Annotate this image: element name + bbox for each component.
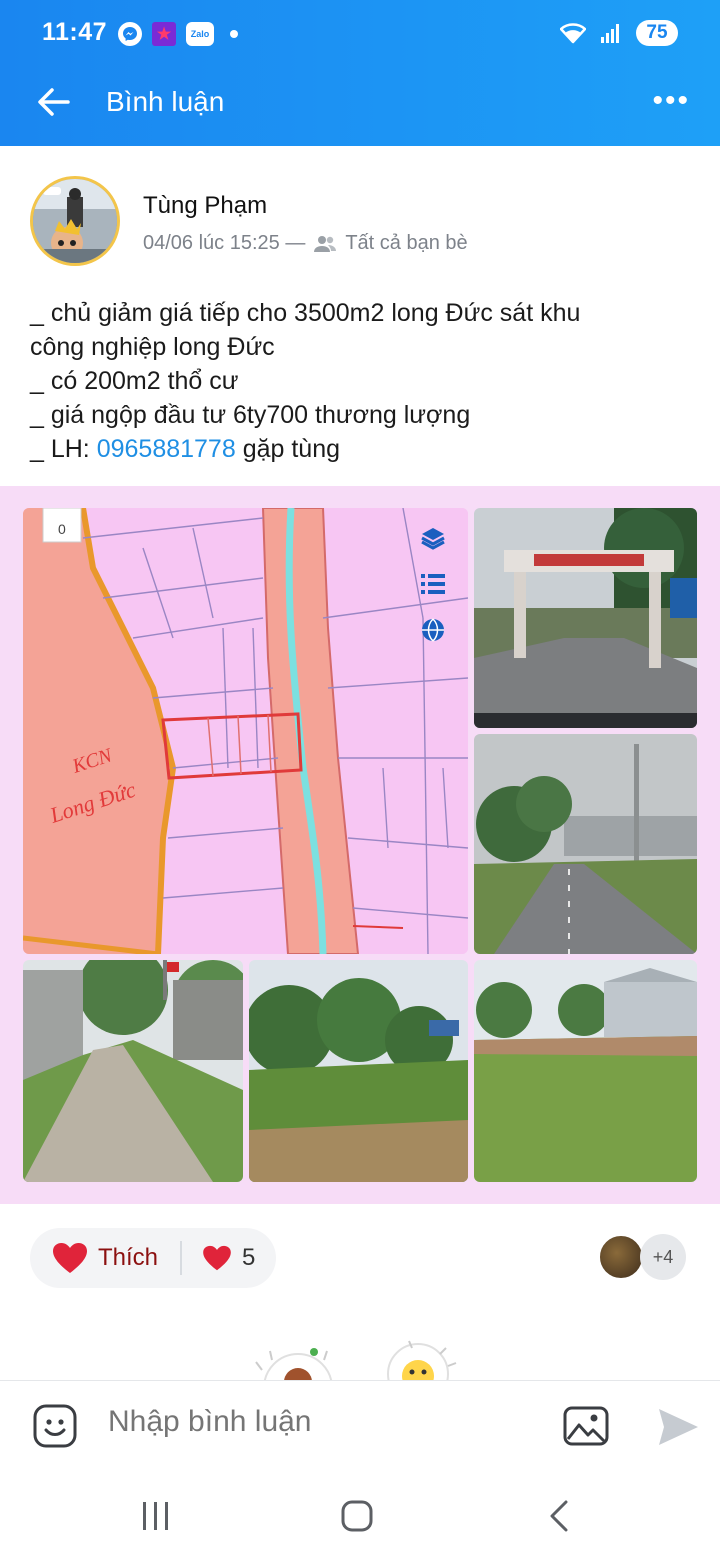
emoji-icon[interactable] [32, 1403, 78, 1449]
like-count: 5 [242, 1244, 256, 1271]
photo-gate-road[interactable] [474, 508, 697, 728]
status-bar: 11:47 ★ Zalo 75 [0, 0, 720, 68]
photo-field-trees[interactable] [249, 960, 468, 1182]
comment-input[interactable] [108, 1405, 528, 1439]
status-system-icons: 75 [560, 20, 678, 46]
contact-prefix: _ LH: [30, 435, 97, 463]
field-image-1 [249, 960, 468, 1182]
like-button[interactable]: Thích [30, 1242, 180, 1274]
post-privacy: Tất cả bạn bè [345, 232, 468, 254]
field-image-2 [474, 960, 697, 1182]
sticker-preview[interactable] [255, 1348, 333, 1423]
list-icon [421, 574, 445, 594]
post-line: công nghiệp long Đức [30, 333, 275, 361]
photo-grid: KCN Long Đức 0 [0, 486, 720, 1204]
avatar-image [33, 179, 117, 263]
battery-indicator: 75 [636, 20, 678, 46]
top-bar: 11:47 ★ Zalo 75 Bình luận ••• [0, 0, 720, 146]
post-line: _ có 200m2 thổ cư [30, 367, 239, 395]
sticker-preview[interactable] [387, 1340, 457, 1405]
system-nav-bar [0, 1470, 720, 1560]
more-likers-count: +4 [640, 1234, 686, 1280]
send-icon[interactable] [656, 1405, 700, 1449]
globe-icon [422, 618, 444, 642]
like-label: Thích [98, 1244, 159, 1271]
comment-bar [0, 1380, 720, 1470]
reaction-count[interactable]: 5 [182, 1244, 255, 1272]
status-app-icons: ★ Zalo [118, 22, 238, 46]
sticker-suggestions [0, 1330, 720, 1423]
author-name[interactable]: Tùng Phạm [143, 192, 267, 220]
map-image: KCN Long Đức 0 [23, 508, 468, 954]
photo-road-trees[interactable] [474, 734, 697, 954]
sticker-previews [255, 1340, 457, 1423]
post-date: 04/06 lúc 15:25 — [143, 232, 306, 254]
liker-avatar [598, 1234, 644, 1280]
zalo-icon: Zalo [186, 22, 214, 46]
app-header: Bình luận ••• [0, 68, 720, 146]
image-icon[interactable] [562, 1403, 610, 1449]
post-meta: 04/06 lúc 15:25 — Tất cả bạn bè [143, 232, 468, 255]
wifi-icon [560, 23, 586, 44]
phone-link[interactable]: 0965881778 [97, 435, 236, 463]
heart-icon [53, 1243, 87, 1273]
reaction-bar: Thích 5 [30, 1228, 276, 1288]
heart-icon [203, 1245, 231, 1271]
photo-dirt-road[interactable] [23, 960, 243, 1182]
signal-icon [601, 24, 619, 43]
notification-dot [230, 30, 238, 38]
map-scale-label: 0 [58, 521, 66, 537]
author-avatar[interactable] [30, 176, 120, 266]
page-title: Bình luận [106, 86, 225, 117]
post-content: _ chủ giảm giá tiếp cho 3500m2 long Đức … [30, 296, 700, 466]
more-dots-icon[interactable]: ••• [652, 84, 690, 118]
status-time: 11:47 [42, 18, 108, 46]
likers-avatars[interactable]: +4 [598, 1234, 686, 1280]
photo-map[interactable]: KCN Long Đức 0 [23, 508, 468, 954]
contact-suffix: gặp tùng [235, 435, 341, 463]
photo-field-building[interactable] [474, 960, 697, 1182]
dirt-road-image [23, 960, 243, 1182]
post-line: _ chủ giảm giá tiếp cho 3500m2 long Đức … [30, 299, 581, 327]
recent-apps-icon[interactable] [138, 1498, 174, 1534]
messenger-icon [118, 22, 142, 46]
back-nav-icon[interactable] [542, 1498, 578, 1534]
home-icon[interactable] [339, 1498, 375, 1534]
arrow-left-icon[interactable] [34, 82, 74, 122]
post-line: _ giá ngộp đầu tư 6ty700 thương lượng [30, 401, 471, 429]
post-header: Tùng Phạm 04/06 lúc 15:25 — Tất cả bạn b… [0, 146, 720, 276]
contact-line: _ LH: 0965881778 gặp tùng [30, 432, 700, 466]
gate-image [474, 508, 697, 728]
road-image [474, 734, 697, 954]
star-app-icon: ★ [152, 22, 176, 46]
friends-icon [314, 235, 337, 252]
